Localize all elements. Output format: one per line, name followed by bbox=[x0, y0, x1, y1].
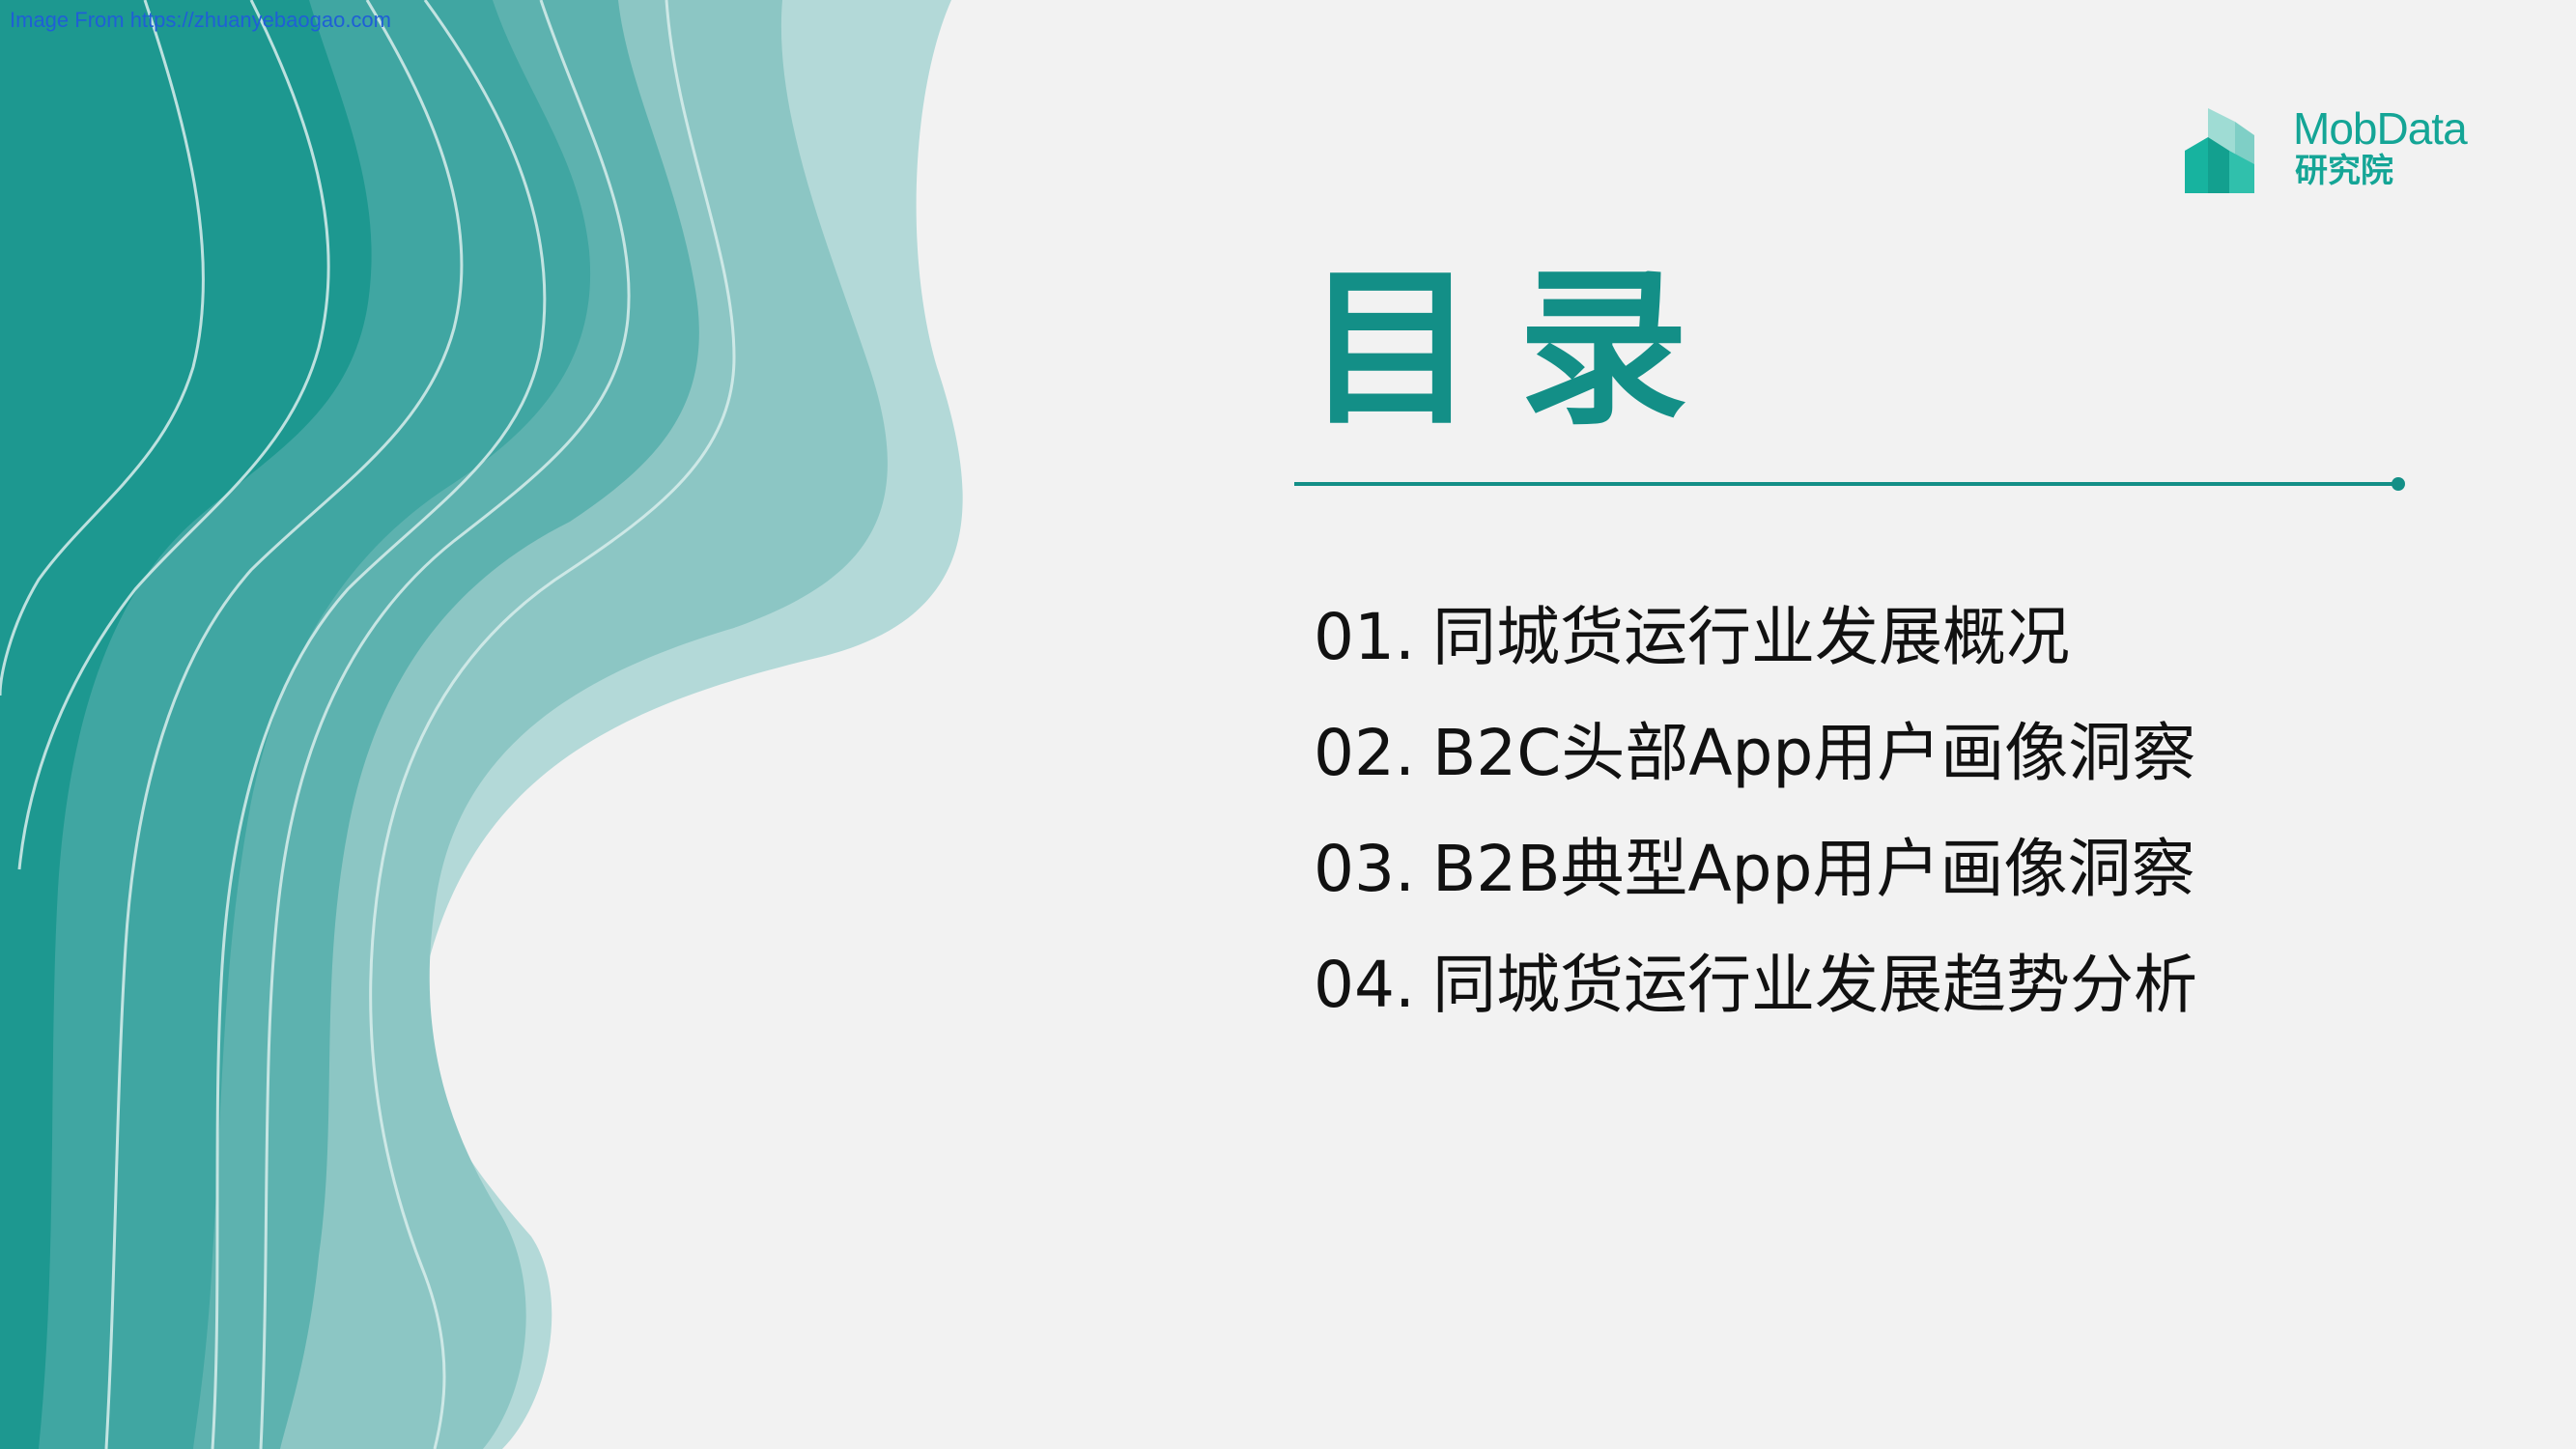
title-divider bbox=[1294, 482, 2403, 486]
toc-item-label: 同城货运行业发展趋势分析 bbox=[1431, 948, 2197, 1022]
toc-item-label: B2B典型App用户画像洞察 bbox=[1431, 832, 2195, 906]
logo-name: MobData bbox=[2293, 103, 2468, 154]
toc-item-number: 03. bbox=[1314, 832, 1415, 906]
toc-item-label: B2C头部App用户画像洞察 bbox=[1431, 716, 2196, 790]
toc-item-number: 04. bbox=[1314, 948, 1415, 1022]
toc-item[interactable]: 03. B2B典型App用户画像洞察 bbox=[1314, 811, 2197, 927]
toc-item[interactable]: 04. 同城货运行业发展趋势分析 bbox=[1314, 927, 2197, 1043]
watermark-text: Image From https://zhuanyebaogao.com bbox=[10, 8, 391, 32]
mobdata-logo: MobData 研究院 bbox=[2185, 104, 2504, 201]
title-divider-dot bbox=[2392, 477, 2405, 491]
toc-item-label: 同城货运行业发展概况 bbox=[1431, 600, 2070, 674]
logo-subtitle: 研究院 bbox=[2295, 152, 2393, 190]
table-of-contents: 01. 同城货运行业发展概况 02. B2C头部App用户画像洞察 03. B2B典型… bbox=[1314, 580, 2197, 1043]
page-title: 目录 bbox=[1306, 250, 1732, 448]
toc-item-number: 02. bbox=[1314, 716, 1415, 790]
toc-item-number: 01. bbox=[1314, 600, 1415, 674]
toc-item[interactable]: 02. B2C头部App用户画像洞察 bbox=[1314, 696, 2197, 811]
slide: Image From https://zhuanyebaogao.com Mob… bbox=[0, 0, 2576, 1449]
toc-item[interactable]: 01. 同城货运行业发展概况 bbox=[1314, 580, 2197, 696]
building-bars-logo-icon bbox=[2185, 108, 2254, 193]
